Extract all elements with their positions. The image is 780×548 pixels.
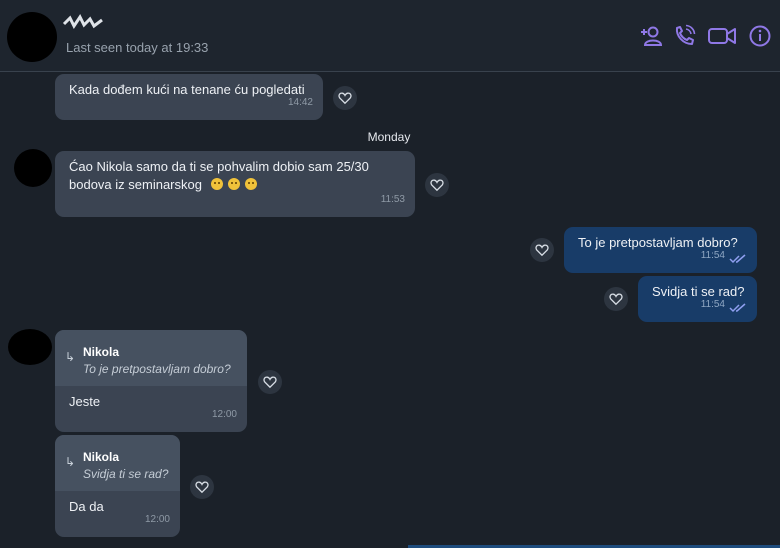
message-text: Da da <box>69 499 104 514</box>
smile-emoji-icon <box>227 178 240 190</box>
message-time: 12:00 <box>144 514 170 525</box>
smile-emoji-icon <box>210 178 223 190</box>
phone-icon[interactable] <box>672 24 698 48</box>
like-heart-icon[interactable] <box>190 475 214 499</box>
message-time: 12:00 <box>211 409 237 420</box>
message-time: 11:54 <box>700 250 725 261</box>
quoted-sender: Nikola <box>83 345 120 359</box>
message-text: Jeste <box>69 394 101 409</box>
reply-arrow-icon: ↳ <box>65 455 76 469</box>
incoming-message[interactable]: Kada dođem kući na tenane ću pogledati 1… <box>55 74 323 120</box>
quoted-text: Svidja ti se rad? <box>83 467 169 481</box>
message-time: 14:42 <box>287 97 313 108</box>
video-call-icon[interactable] <box>707 24 737 48</box>
quoted-sender: Nikola <box>83 450 120 464</box>
reply-arrow-icon: ↳ <box>65 350 76 364</box>
sender-avatar[interactable] <box>8 329 52 365</box>
like-heart-icon[interactable] <box>333 86 357 110</box>
smile-emoji-icon <box>244 178 257 190</box>
incoming-reply-message[interactable]: ↳ Nikola To je pretpostavljam dobro? Jes… <box>55 330 247 432</box>
incoming-reply-message[interactable]: ↳ Nikola Svidja ti se rad? Da da 12:00 <box>55 435 180 537</box>
quoted-text: To je pretpostavljam dobro? <box>83 362 231 376</box>
message-time: 11:53 <box>380 194 405 205</box>
read-receipt-icon <box>729 254 746 264</box>
message-time: 11:54 <box>700 299 725 310</box>
message-text: Ćao Nikola samo da ti se pohvalim dobio … <box>69 159 369 192</box>
quoted-message[interactable]: ↳ Nikola To je pretpostavljam dobro? <box>55 330 247 386</box>
read-receipt-icon <box>729 303 746 313</box>
message-text: Svidja ti se rad? <box>652 284 745 299</box>
message-text: Kada dođem kući na tenane ću pogledati <box>69 82 305 97</box>
contact-name-redacted <box>62 14 103 29</box>
chat-header: Last seen today at 19:33 <box>0 0 780 72</box>
info-icon[interactable] <box>747 24 773 48</box>
quoted-message[interactable]: ↳ Nikola Svidja ti se rad? <box>55 435 180 491</box>
contact-avatar[interactable] <box>7 12 57 62</box>
outgoing-message[interactable]: Svidja ti se rad? 11:54 <box>638 276 757 322</box>
like-heart-icon[interactable] <box>425 173 449 197</box>
like-heart-icon[interactable] <box>530 238 554 262</box>
day-separator: Monday <box>367 130 411 144</box>
sender-avatar[interactable] <box>14 149 52 187</box>
outgoing-message[interactable]: To je pretpostavljam dobro? 11:54 <box>564 227 757 273</box>
like-heart-icon[interactable] <box>258 370 282 394</box>
like-heart-icon[interactable] <box>604 287 628 311</box>
last-seen-status: Last seen today at 19:33 <box>66 40 209 55</box>
incoming-message[interactable]: Ćao Nikola samo da ti se pohvalim dobio … <box>55 151 415 217</box>
add-participant-icon[interactable] <box>638 24 664 48</box>
